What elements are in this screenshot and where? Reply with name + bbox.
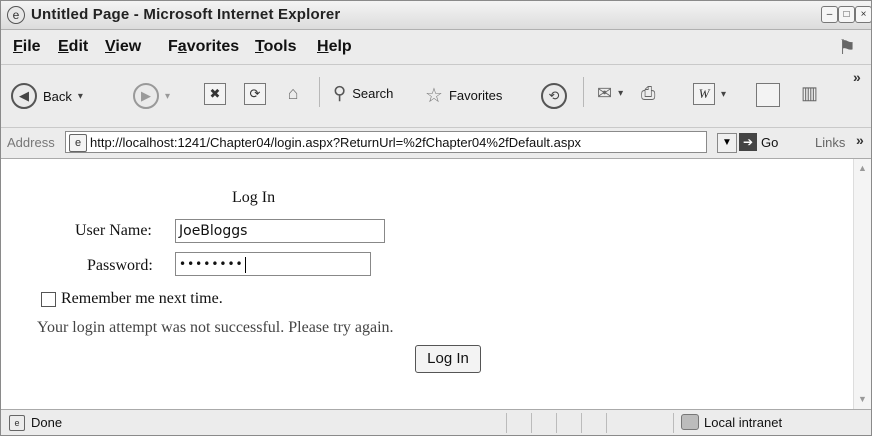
menu-file[interactable]: File (13, 38, 41, 56)
menu-accelerator: F (13, 38, 23, 55)
home-button[interactable]: ⌂ (283, 83, 303, 103)
remember-me-checkbox[interactable] (41, 292, 56, 307)
toolbar-divider (319, 77, 320, 107)
windows-logo-icon: ⚑ (838, 37, 856, 59)
history-button[interactable]: ⟲ (541, 83, 567, 109)
page-status-icon: e (9, 415, 25, 431)
research-button[interactable]: ▥ (801, 83, 818, 104)
printer-icon: ⎙ (641, 83, 656, 103)
favorites-label: Favorites (448, 88, 503, 103)
menu-view[interactable]: View (105, 38, 141, 56)
status-pane-divider (556, 413, 557, 433)
back-button[interactable]: ◀ Back ▾ (11, 83, 83, 109)
menu-accelerator: T (255, 38, 264, 55)
page-icon: e (69, 134, 87, 152)
back-label: Back (43, 88, 72, 104)
status-pane-divider (606, 413, 607, 433)
page-content: Log In User Name: JoeBloggs Password: ••… (1, 159, 871, 409)
vertical-scrollbar[interactable]: ▲ ▼ (853, 159, 871, 409)
ie-icon: e (7, 6, 25, 24)
discuss-button[interactable] (756, 83, 780, 107)
scroll-down-icon[interactable]: ▼ (855, 392, 870, 407)
remember-me-label[interactable]: Remember me next time. (61, 290, 223, 308)
local-intranet-icon (681, 414, 699, 430)
chevron-down-icon[interactable]: ▾ (165, 91, 170, 102)
window-title: Untitled Page - Microsoft Internet Explo… (31, 6, 341, 23)
password-value: •••••••• (179, 257, 244, 271)
address-label: Address (7, 135, 55, 150)
security-zone[interactable]: Local intranet (681, 414, 782, 430)
address-bar: Address e http://localhost:1241/Chapter0… (1, 128, 871, 159)
menu-favorites[interactable]: Favorites (168, 38, 239, 56)
go-arrow-icon: ➔ (739, 133, 757, 151)
chevron-down-icon[interactable]: ▾ (78, 91, 83, 102)
toolbar-overflow-button[interactable]: » (853, 69, 861, 85)
text-cursor (244, 256, 246, 273)
login-button[interactable]: Log In (415, 345, 481, 373)
scroll-up-icon[interactable]: ▲ (855, 161, 870, 176)
address-dropdown-icon[interactable]: ▼ (717, 133, 737, 153)
minimize-button[interactable]: – (821, 6, 838, 23)
history-icon: ⟲ (541, 83, 567, 109)
status-pane-divider (581, 413, 582, 433)
status-text: Done (31, 415, 63, 430)
status-pane-divider (673, 413, 674, 433)
login-title: Log In (232, 189, 276, 206)
menu-tools[interactable]: Tools (255, 38, 296, 56)
login-error-message: Your login attempt was not successful. P… (37, 319, 394, 336)
back-arrow-icon: ◀ (11, 83, 37, 109)
print-button[interactable]: ⎙ (641, 83, 655, 104)
toolbar: ◀ Back ▾ ▶ ▾ ✖ ⟳ ⌂ ⚲ Search ☆ Favorites … (1, 65, 871, 128)
go-label: Go (761, 134, 779, 150)
refresh-icon: ⟳ (244, 83, 266, 105)
menu-bar: File Edit View Favorites Tools Help ⚑ (1, 30, 871, 65)
password-label: Password: (87, 257, 153, 274)
menu-accelerator: E (58, 38, 69, 55)
search-label: Search (352, 86, 394, 101)
chevron-down-icon[interactable]: ▾ (721, 89, 726, 100)
status-pane-divider (506, 413, 507, 433)
go-button[interactable]: ➔ Go (739, 133, 778, 151)
refresh-button[interactable]: ⟳ (244, 83, 266, 105)
password-field[interactable]: •••••••• (175, 252, 371, 276)
word-icon: W (693, 83, 715, 105)
forward-arrow-icon: ▶ (133, 83, 159, 109)
mail-icon: ✉ (597, 83, 613, 103)
zone-label: Local intranet (704, 414, 783, 430)
maximize-button[interactable]: □ (838, 6, 855, 23)
links-label[interactable]: Links (815, 135, 845, 150)
title-bar: e Untitled Page - Microsoft Internet Exp… (1, 1, 871, 30)
toolbar-divider (583, 77, 584, 107)
research-icon: ▥ (801, 83, 819, 103)
menu-edit[interactable]: Edit (58, 38, 88, 56)
favorites-button[interactable]: ☆ Favorites (425, 83, 502, 108)
menu-accelerator: H (317, 38, 329, 55)
star-icon: ☆ (425, 85, 443, 107)
search-button[interactable]: ⚲ Search (333, 83, 393, 104)
forward-button[interactable]: ▶ ▾ (133, 83, 170, 109)
menu-accelerator: V (105, 38, 116, 55)
stop-button[interactable]: ✖ (204, 83, 226, 105)
stop-icon: ✖ (204, 83, 226, 105)
close-button[interactable]: × (855, 6, 871, 23)
browser-window: e Untitled Page - Microsoft Internet Exp… (0, 0, 872, 436)
address-input[interactable]: e http://localhost:1241/Chapter04/login.… (65, 131, 707, 153)
search-icon: ⚲ (333, 83, 347, 103)
menu-help[interactable]: Help (317, 38, 352, 56)
mail-button[interactable]: ✉ ▾ (597, 83, 623, 104)
home-icon: ⌂ (287, 82, 299, 103)
menu-accelerator: a (177, 38, 187, 55)
edit-button[interactable]: W ▾ (693, 83, 726, 105)
address-url[interactable]: http://localhost:1241/Chapter04/login.as… (90, 135, 581, 150)
chevron-down-icon[interactable]: ▾ (618, 88, 623, 99)
username-label: User Name: (75, 222, 152, 239)
links-overflow-button[interactable]: » (856, 132, 864, 148)
username-field[interactable]: JoeBloggs (175, 219, 385, 243)
discuss-icon (756, 83, 780, 107)
status-bar: e Done Local intranet (1, 409, 871, 435)
status-pane-divider (531, 413, 532, 433)
